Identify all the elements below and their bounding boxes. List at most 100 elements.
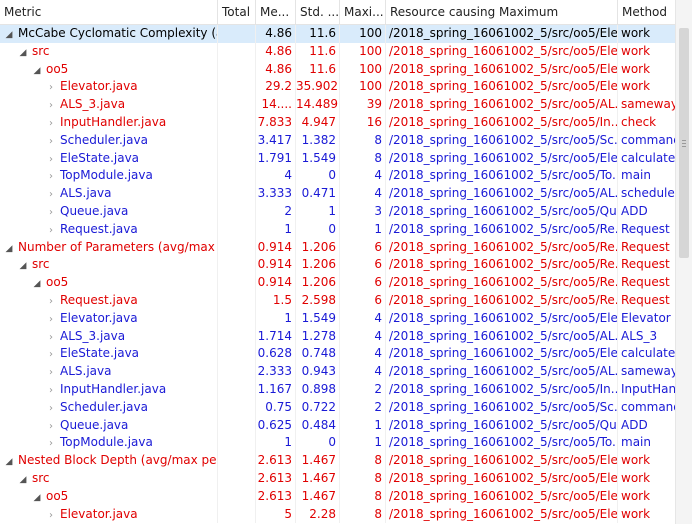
cell-mean: 0.914 bbox=[256, 256, 296, 275]
cell-metric: › ALS.java bbox=[0, 185, 218, 203]
cell-maximum: 100 bbox=[340, 42, 386, 61]
cell-total bbox=[218, 469, 256, 488]
table-row[interactable]: ◢ src 4.86 11.6 100/2018_spring_16061002_5/s… bbox=[0, 42, 676, 61]
cell-resource: /2018_spring_16061002_5/src/oo5/Ele... bbox=[386, 25, 618, 43]
triangle-down-icon[interactable]: ◢ bbox=[32, 276, 42, 292]
table-row[interactable]: › InputHandler.java 1.167 0.898 2/2018_sprin… bbox=[0, 380, 676, 399]
table-row[interactable]: › Queue.java 0.625 0.484 1/2018_spring_16061… bbox=[0, 416, 676, 435]
chevron-right-icon[interactable]: › bbox=[46, 293, 56, 310]
chevron-right-icon[interactable]: › bbox=[46, 507, 56, 524]
cell-metric: › Elevator.java bbox=[0, 505, 218, 524]
cell-total bbox=[218, 185, 256, 203]
triangle-down-icon[interactable]: ◢ bbox=[4, 241, 14, 257]
chevron-right-icon[interactable]: › bbox=[46, 133, 56, 150]
table-row[interactable]: › ALS_3.java 1.714 1.278 4/2018_spring_16061… bbox=[0, 327, 676, 346]
cell-resource: /2018_spring_16061002_5/src/oo5/AL... bbox=[386, 363, 618, 381]
chevron-right-icon[interactable]: › bbox=[46, 382, 56, 399]
chevron-right-icon[interactable]: › bbox=[46, 151, 56, 168]
column-header-total[interactable]: Total bbox=[218, 0, 256, 24]
cell-maximum: 6 bbox=[340, 291, 386, 310]
table-row[interactable]: › Queue.java 2 1 3/2018_spring_16061002_5/sr… bbox=[0, 202, 676, 221]
chevron-right-icon[interactable]: › bbox=[46, 418, 56, 435]
cell-resource: /2018_spring_16061002_5/src/oo5/To... bbox=[386, 167, 618, 186]
column-header-std-dev[interactable]: Std. ... bbox=[296, 0, 340, 24]
cell-metric: › EleState.java bbox=[0, 149, 218, 168]
chevron-right-icon[interactable]: › bbox=[46, 364, 56, 381]
chevron-right-icon[interactable]: › bbox=[46, 79, 56, 96]
column-header-mean[interactable]: Me... bbox=[256, 0, 296, 24]
triangle-down-icon[interactable]: ◢ bbox=[18, 45, 28, 61]
cell-std-dev: 2.598 bbox=[296, 291, 340, 310]
triangle-down-icon[interactable]: ◢ bbox=[32, 490, 42, 506]
table-row[interactable]: › TopModule.java 1 0 1/2018_spring_16061002_… bbox=[0, 434, 676, 453]
cell-maximum: 2 bbox=[340, 398, 386, 417]
scrollbar-thumb[interactable] bbox=[679, 28, 689, 258]
chevron-right-icon[interactable]: › bbox=[46, 97, 56, 114]
table-row[interactable]: ◢ src 0.914 1.206 6/2018_spring_16061002_5/s… bbox=[0, 256, 676, 275]
cell-maximum: 2 bbox=[340, 380, 386, 399]
cell-std-dev: 1.467 bbox=[296, 487, 340, 506]
metric-label: TopModule.java bbox=[60, 435, 153, 450]
table-row[interactable]: › ALS.java 2.333 0.943 4/2018_spring_1606100… bbox=[0, 363, 676, 381]
triangle-down-icon[interactable]: ◢ bbox=[18, 472, 28, 488]
triangle-down-icon[interactable]: ◢ bbox=[32, 63, 42, 79]
table-row[interactable]: › ALS_3.java 14.... 14.489 39/2018_spring_16… bbox=[0, 96, 676, 114]
chevron-right-icon[interactable]: › bbox=[46, 329, 56, 346]
table-row[interactable]: › Request.java 1 0 1/2018_spring_16061002_5/… bbox=[0, 220, 676, 239]
cell-mean: 1 bbox=[256, 220, 296, 239]
chevron-right-icon[interactable]: › bbox=[46, 115, 56, 132]
table-row[interactable]: › Elevator.java 1 1.549 4/2018_spring_160610… bbox=[0, 309, 676, 328]
metric-label: ALS.java bbox=[60, 364, 112, 379]
cell-std-dev: 1.278 bbox=[296, 327, 340, 346]
table-row[interactable]: ◢ oo5 0.914 1.206 6/2018_spring_16061002_5/s… bbox=[0, 274, 676, 292]
table-row[interactable]: › EleState.java 1.791 1.549 8/2018_spring_16… bbox=[0, 149, 676, 168]
vertical-scrollbar[interactable] bbox=[675, 0, 692, 524]
table-row[interactable]: › ALS.java 3.333 0.471 4/2018_spring_1606100… bbox=[0, 185, 676, 203]
triangle-down-icon[interactable]: ◢ bbox=[18, 258, 28, 274]
column-header-method[interactable]: Method bbox=[618, 0, 676, 24]
chevron-right-icon[interactable]: › bbox=[46, 168, 56, 185]
chevron-right-icon[interactable]: › bbox=[46, 186, 56, 203]
table-row[interactable]: ◢ McCabe Cyclomatic Complexity (a 4.86 11.6… bbox=[0, 25, 676, 43]
triangle-down-icon[interactable]: ◢ bbox=[4, 454, 14, 470]
metric-label: EleState.java bbox=[60, 346, 140, 361]
cell-total bbox=[218, 238, 256, 257]
cell-resource: /2018_spring_16061002_5/src/oo5/Re... bbox=[386, 238, 618, 257]
cell-maximum: 8 bbox=[340, 469, 386, 488]
chevron-right-icon[interactable]: › bbox=[46, 346, 56, 363]
table-row[interactable]: › Request.java 1.5 2.598 6/2018_spring_16061… bbox=[0, 291, 676, 310]
table-row[interactable]: › EleState.java 0.628 0.748 4/2018_spring_16… bbox=[0, 345, 676, 364]
cell-maximum: 4 bbox=[340, 345, 386, 364]
column-header-metric[interactable]: Metric bbox=[0, 0, 218, 24]
table-row[interactable]: › InputHandler.java 7.833 4.947 16/2018_spri… bbox=[0, 113, 676, 132]
table-row[interactable]: ◢ src 2.613 1.467 8/2018_spring_16061002_5/s… bbox=[0, 469, 676, 488]
table-row[interactable]: ◢ Nested Block Depth (avg/max per 2.613 1.4… bbox=[0, 452, 676, 470]
table-row[interactable]: › Scheduler.java 0.75 0.722 2/2018_spring_16… bbox=[0, 398, 676, 417]
cell-method: Elevator bbox=[618, 309, 676, 328]
table-row[interactable]: › Elevator.java 5 2.28 8/2018_spring_1606100… bbox=[0, 505, 676, 524]
cell-resource: /2018_spring_16061002_5/src/oo5/Re... bbox=[386, 291, 618, 310]
chevron-right-icon[interactable]: › bbox=[46, 311, 56, 328]
metrics-tree-table: Metric Total Me... Std. ... Maxi... Reso… bbox=[0, 0, 692, 524]
table-row[interactable]: › Elevator.java 29.2 35.902 100/2018_spring_… bbox=[0, 78, 676, 97]
cell-resource: /2018_spring_16061002_5/src/oo5/In... bbox=[386, 113, 618, 132]
cell-metric: › EleState.java bbox=[0, 345, 218, 364]
cell-total bbox=[218, 274, 256, 292]
table-row[interactable]: ◢ oo5 2.613 1.467 8/2018_spring_16061002_5/s… bbox=[0, 487, 676, 506]
chevron-right-icon[interactable]: › bbox=[46, 222, 56, 239]
chevron-right-icon[interactable]: › bbox=[46, 435, 56, 452]
metric-label: ALS_3.java bbox=[60, 97, 126, 112]
cell-mean: 14.... bbox=[256, 96, 296, 114]
column-header-maximum[interactable]: Maxi... bbox=[340, 0, 386, 24]
triangle-down-icon[interactable]: ◢ bbox=[4, 27, 14, 43]
cell-std-dev: 1.206 bbox=[296, 274, 340, 292]
table-row[interactable]: › Scheduler.java 3.417 1.382 8/2018_spring_1… bbox=[0, 131, 676, 150]
table-row[interactable]: ◢ Number of Parameters (avg/max p 0.914 1.2… bbox=[0, 238, 676, 257]
table-row[interactable]: › TopModule.java 4 0 4/2018_spring_16061002_… bbox=[0, 167, 676, 186]
cell-metric: › InputHandler.java bbox=[0, 380, 218, 399]
chevron-right-icon[interactable]: › bbox=[46, 400, 56, 417]
table-row[interactable]: ◢ oo5 4.86 11.6 100/2018_spring_16061002_5/s… bbox=[0, 60, 676, 79]
column-header-resource[interactable]: Resource causing Maximum bbox=[386, 0, 618, 24]
chevron-right-icon[interactable]: › bbox=[46, 204, 56, 221]
cell-metric: › Elevator.java bbox=[0, 78, 218, 97]
